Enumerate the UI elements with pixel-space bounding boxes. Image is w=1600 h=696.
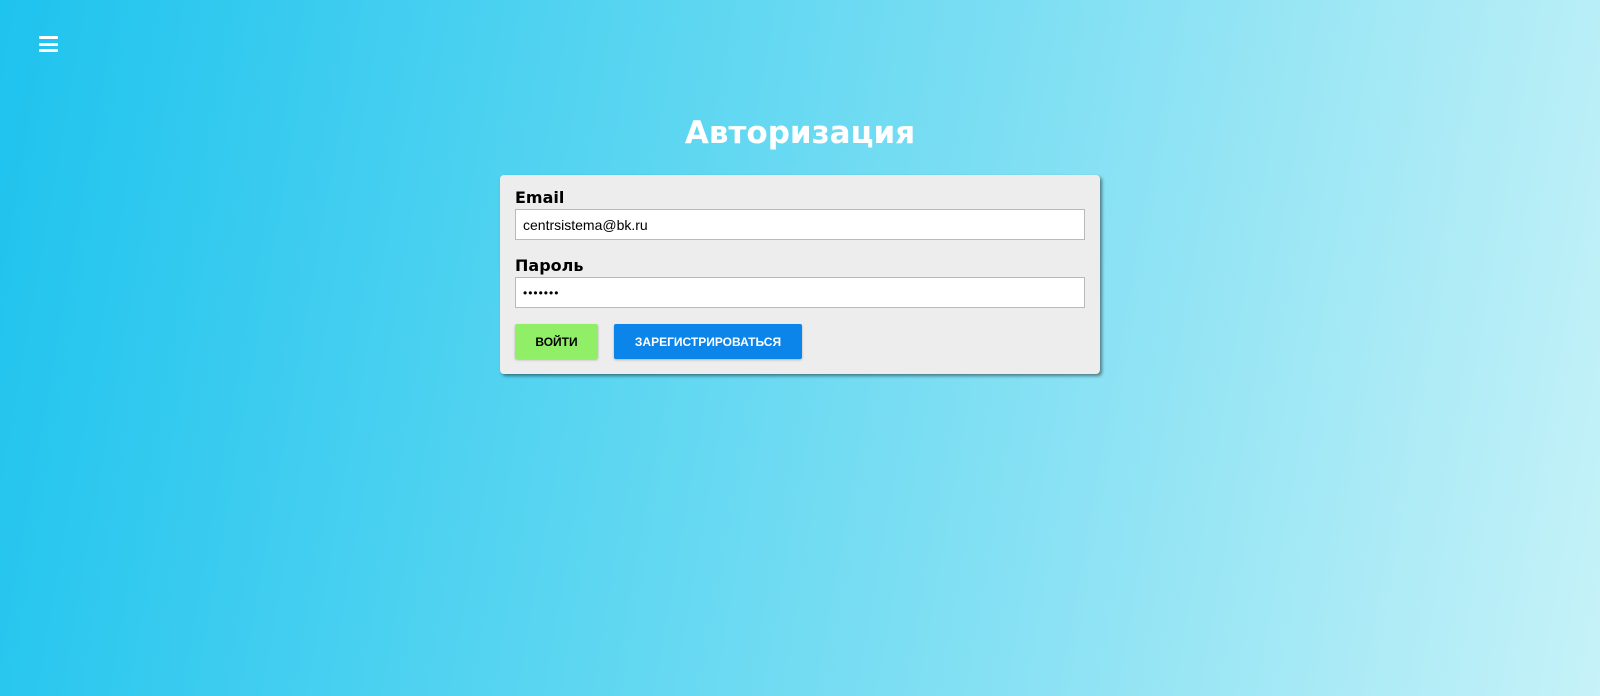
password-input[interactable] [515,277,1085,308]
page-title: Авторизация [684,115,916,151]
menu-bar-bottom [39,49,58,52]
login-button[interactable]: ВОЙТИ [515,324,598,359]
email-label: Email [515,188,565,207]
register-button[interactable]: ЗАРЕГИСТРИРОВАТЬСЯ [614,324,802,359]
menu-bar-top [39,36,58,39]
password-label: Пароль [515,256,584,275]
login-form-card: Email Пароль ВОЙТИ ЗАРЕГИСТРИРОВАТЬСЯ [500,175,1100,374]
email-field-group: Email [515,188,1085,240]
form-actions: ВОЙТИ ЗАРЕГИСТРИРОВАТЬСЯ [515,324,1085,359]
menu-bar-middle [39,42,58,46]
password-field-group: Пароль [515,256,1085,308]
hamburger-menu-icon[interactable] [39,35,58,53]
email-input[interactable] [515,209,1085,240]
